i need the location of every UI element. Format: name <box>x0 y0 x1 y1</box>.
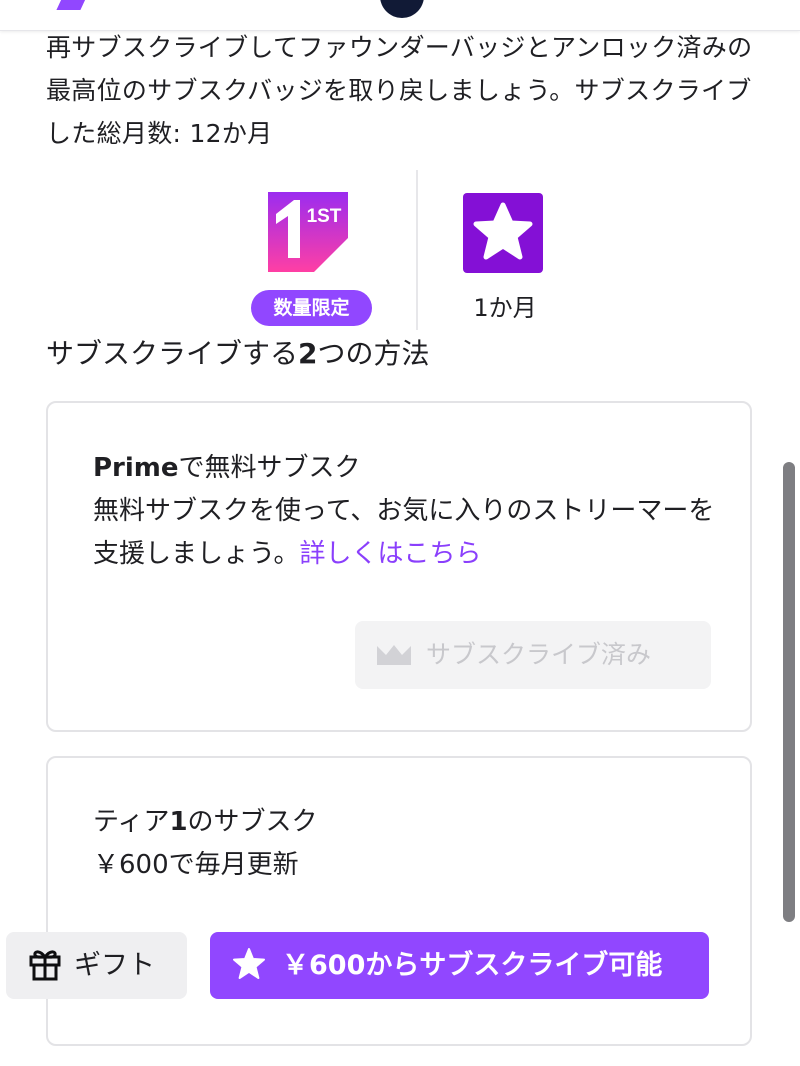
brand-shape <box>56 0 92 10</box>
prime-subscription-card: Primeで無料サブスク 無料サブスクを使って、お気に入りのストリーマーを支援し… <box>46 401 752 732</box>
prime-card-title: Primeで無料サブスク <box>93 447 723 490</box>
prime-card-description: 無料サブスクを使って、お気に入りのストリーマーを支援しましょう。詳しくはこちら <box>93 490 723 576</box>
subscribe-button[interactable]: ￥600からサブスクライブ可能 <box>210 932 709 999</box>
tier1-subscription-card: ティア1のサブスク ￥600で毎月更新 <box>46 756 752 1046</box>
subscribed-button: サブスクライブ済み <box>355 621 711 689</box>
resubscribe-description: 再サブスクライブしてファウンダーバッジとアンロック済みの最高位のサブスクバッジを… <box>46 33 753 148</box>
badge-divider <box>416 170 418 330</box>
tier1-title-number: 1 <box>169 807 188 837</box>
prime-brand: Prime <box>93 453 179 483</box>
badge-month-label: 1か月 <box>473 294 537 322</box>
gift-icon <box>29 949 61 980</box>
section-title-suffix: つの方法 <box>317 337 430 370</box>
section-title: サブスクライブする2つの方法 <box>46 334 430 374</box>
tier1-title-prefix: ティア <box>93 807 170 837</box>
channel-avatar[interactable] <box>380 0 424 18</box>
prime-title-rest: で無料サブスク <box>178 453 361 483</box>
star-icon <box>233 947 265 979</box>
section-title-number: 2 <box>298 337 318 370</box>
section-title-prefix: サブスクライブする <box>46 337 299 370</box>
subscribed-button-label: サブスクライブ済み <box>426 640 652 669</box>
tier1-card-title: ティア1のサブスク <box>93 801 693 844</box>
limited-badge: 数量限定 <box>251 290 372 326</box>
badge-row: 1ST 数量限定 1か月 <box>0 170 800 330</box>
gift-button-label: ギフト <box>74 950 155 981</box>
subscribe-button-label: ￥600からサブスクライブ可能 <box>282 950 663 981</box>
prime-card-text: Primeで無料サブスク 無料サブスクを使って、お気に入りのストリーマーを支援し… <box>93 447 723 576</box>
founder-badge-label: 1ST <box>307 206 342 227</box>
crown-icon <box>377 645 411 665</box>
tier1-price: ￥600で毎月更新 <box>93 850 299 880</box>
star-badge-icon <box>463 193 543 273</box>
founder-badge-icon: 1ST <box>268 192 348 272</box>
scrollbar-thumb[interactable] <box>783 462 795 922</box>
tier1-title-suffix: のサブスク <box>187 807 318 837</box>
tier1-card-text: ティア1のサブスク ￥600で毎月更新 <box>93 801 693 887</box>
gift-button[interactable]: ギフト <box>6 932 187 999</box>
learn-more-link[interactable]: 詳しくはこちら <box>299 539 481 569</box>
